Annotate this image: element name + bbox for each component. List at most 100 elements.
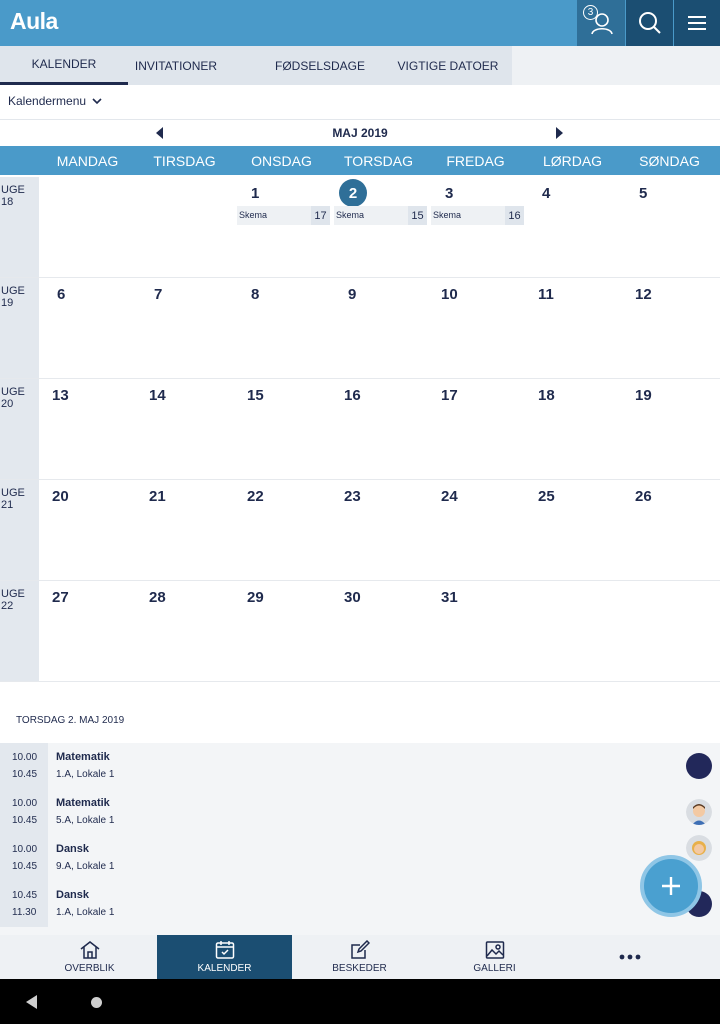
day-cell[interactable]: 25 (538, 488, 555, 505)
tab-invitationer[interactable]: INVITATIONER (128, 46, 224, 85)
day-cell[interactable]: 27 (52, 589, 69, 606)
day-cell[interactable]: 17 (441, 387, 458, 404)
start-time: 10.00 (12, 752, 38, 763)
day-cell[interactable]: 13 (52, 387, 69, 404)
day-cell[interactable]: 30 (344, 589, 361, 606)
schedule-event[interactable]: Skema 16 (431, 206, 524, 225)
schedule-event[interactable]: Skema 17 (237, 206, 330, 225)
event-count: 16 (505, 206, 524, 225)
list-item[interactable]: 10.00 10.45 Dansk 9.A, Lokale 1 (0, 835, 720, 881)
top-bar: Aula 3 (0, 0, 720, 46)
list-item[interactable]: 10.00 10.45 Matematik 5.A, Lokale 1 (0, 789, 720, 835)
start-time: 10.00 (12, 798, 38, 809)
week-row: UGE 22 27 28 29 30 31 (0, 581, 720, 682)
next-month-icon[interactable] (556, 127, 563, 139)
nav-label: KALENDER (197, 963, 252, 974)
weekday-label: SØNDAG (639, 152, 700, 169)
event-subtitle: 5.A, Lokale 1 (56, 815, 115, 826)
day-cell[interactable]: 26 (635, 488, 652, 505)
list-item[interactable]: 10.45 11.30 Dansk 1.A, Lokale 1 (0, 881, 720, 927)
nav-galleri[interactable]: GALLERI (427, 935, 562, 979)
day-cell[interactable]: 8 (251, 286, 259, 303)
avatar (686, 753, 712, 779)
day-cell[interactable]: 6 (57, 286, 65, 303)
day-cell[interactable]: 12 (635, 286, 652, 303)
event-title: Dansk (56, 889, 90, 901)
start-time: 10.45 (12, 890, 38, 901)
day-cell[interactable]: 7 (154, 286, 162, 303)
edit-icon (350, 940, 370, 959)
aula-logo[interactable]: Aula (10, 8, 58, 35)
day-cell[interactable]: 28 (149, 589, 166, 606)
day-cell[interactable]: 4 (542, 185, 550, 202)
day-cell[interactable]: 10 (441, 286, 458, 303)
day-cell[interactable]: 9 (348, 286, 356, 303)
weekday-label: MANDAG (56, 152, 119, 169)
event-title: Matematik (56, 797, 110, 809)
end-time: 10.45 (12, 769, 38, 780)
search-icon (638, 12, 661, 34)
home-button-icon[interactable] (91, 997, 102, 1008)
add-event-button[interactable] (640, 855, 702, 917)
event-subtitle: 9.A, Lokale 1 (56, 861, 115, 872)
nav-overblik[interactable]: OVERBLIK (22, 935, 157, 979)
week-row: UGE 21 20 21 22 23 24 25 26 (0, 480, 720, 581)
event-times: 10.00 10.45 (0, 789, 48, 835)
week-number: UGE 18 (0, 177, 39, 277)
day-cell[interactable]: 1 (251, 185, 259, 202)
day-cell[interactable]: 23 (344, 488, 361, 505)
day-cell[interactable]: 21 (149, 488, 166, 505)
more-icon (619, 954, 640, 960)
day-cell[interactable]: 20 (52, 488, 69, 505)
event-times: 10.00 10.45 (0, 835, 48, 881)
plus-icon (662, 877, 680, 895)
nav-label: BESKEDER (332, 963, 387, 974)
day-cell[interactable]: 19 (635, 387, 652, 404)
day-cell[interactable]: 11 (538, 286, 554, 303)
calendar-menu[interactable]: Kalendermenu (8, 94, 102, 108)
tab-bar: KALENDER INVITATIONER FØDSELSDAGE VIGTIG… (0, 46, 720, 85)
day-cell[interactable]: 5 (639, 185, 647, 202)
week-row: UGE 20 13 14 15 16 17 18 19 (0, 379, 720, 480)
tab-kalender[interactable]: KALENDER (0, 46, 128, 85)
week-number: UGE 20 (0, 379, 39, 479)
event-count: 17 (311, 206, 330, 225)
week-row: UGE 18 1 2 3 4 5 Skema 17 Skema 15 Skema… (0, 177, 720, 278)
day-cell[interactable]: 3 (445, 185, 453, 202)
profile-button[interactable]: 3 (577, 0, 625, 46)
tab-vigtige-datoer[interactable]: VIGTIGE DATOER (392, 46, 504, 85)
nav-more[interactable] (562, 935, 697, 979)
image-icon (485, 941, 504, 959)
day-cell[interactable]: 14 (149, 387, 166, 404)
back-icon[interactable] (26, 995, 37, 1009)
search-button[interactable] (625, 0, 673, 46)
day-cell[interactable]: 29 (247, 589, 264, 606)
event-label: Skema (239, 210, 268, 220)
event-list: 10.00 10.45 Matematik 1.A, Lokale 1 10.0… (0, 743, 720, 935)
weekday-header: MANDAG TIRSDAG ONSDAG TORSDAG FREDAG LØR… (0, 146, 720, 175)
weekday-label: LØRDAG (542, 152, 603, 169)
list-item[interactable]: 10.00 10.45 Matematik 1.A, Lokale 1 (0, 743, 720, 789)
day-cell[interactable]: 15 (247, 387, 264, 404)
week-number: UGE 19 (0, 278, 39, 378)
nav-label: OVERBLIK (64, 963, 115, 974)
avatar (686, 799, 712, 825)
event-label: Skema (336, 210, 365, 220)
today-marker[interactable]: 2 (339, 179, 367, 207)
day-cell[interactable]: 16 (344, 387, 361, 404)
menu-button[interactable] (673, 0, 720, 46)
day-cell[interactable]: 31 (441, 589, 458, 606)
weekday-label: TORSDAG (344, 152, 413, 169)
end-time: 10.45 (12, 861, 38, 872)
event-times: 10.45 11.30 (0, 881, 48, 927)
nav-kalender[interactable]: KALENDER (157, 935, 292, 979)
week-number: UGE 22 (0, 581, 39, 681)
tab-foedselsdage[interactable]: FØDSELSDAGE (270, 46, 370, 85)
avatar (686, 835, 712, 861)
day-cell[interactable]: 22 (247, 488, 264, 505)
nav-beskeder[interactable]: BESKEDER (292, 935, 427, 979)
day-cell[interactable]: 24 (441, 488, 458, 505)
day-cell[interactable]: 18 (538, 387, 555, 404)
schedule-event[interactable]: Skema 15 (334, 206, 427, 225)
event-count: 15 (408, 206, 427, 225)
